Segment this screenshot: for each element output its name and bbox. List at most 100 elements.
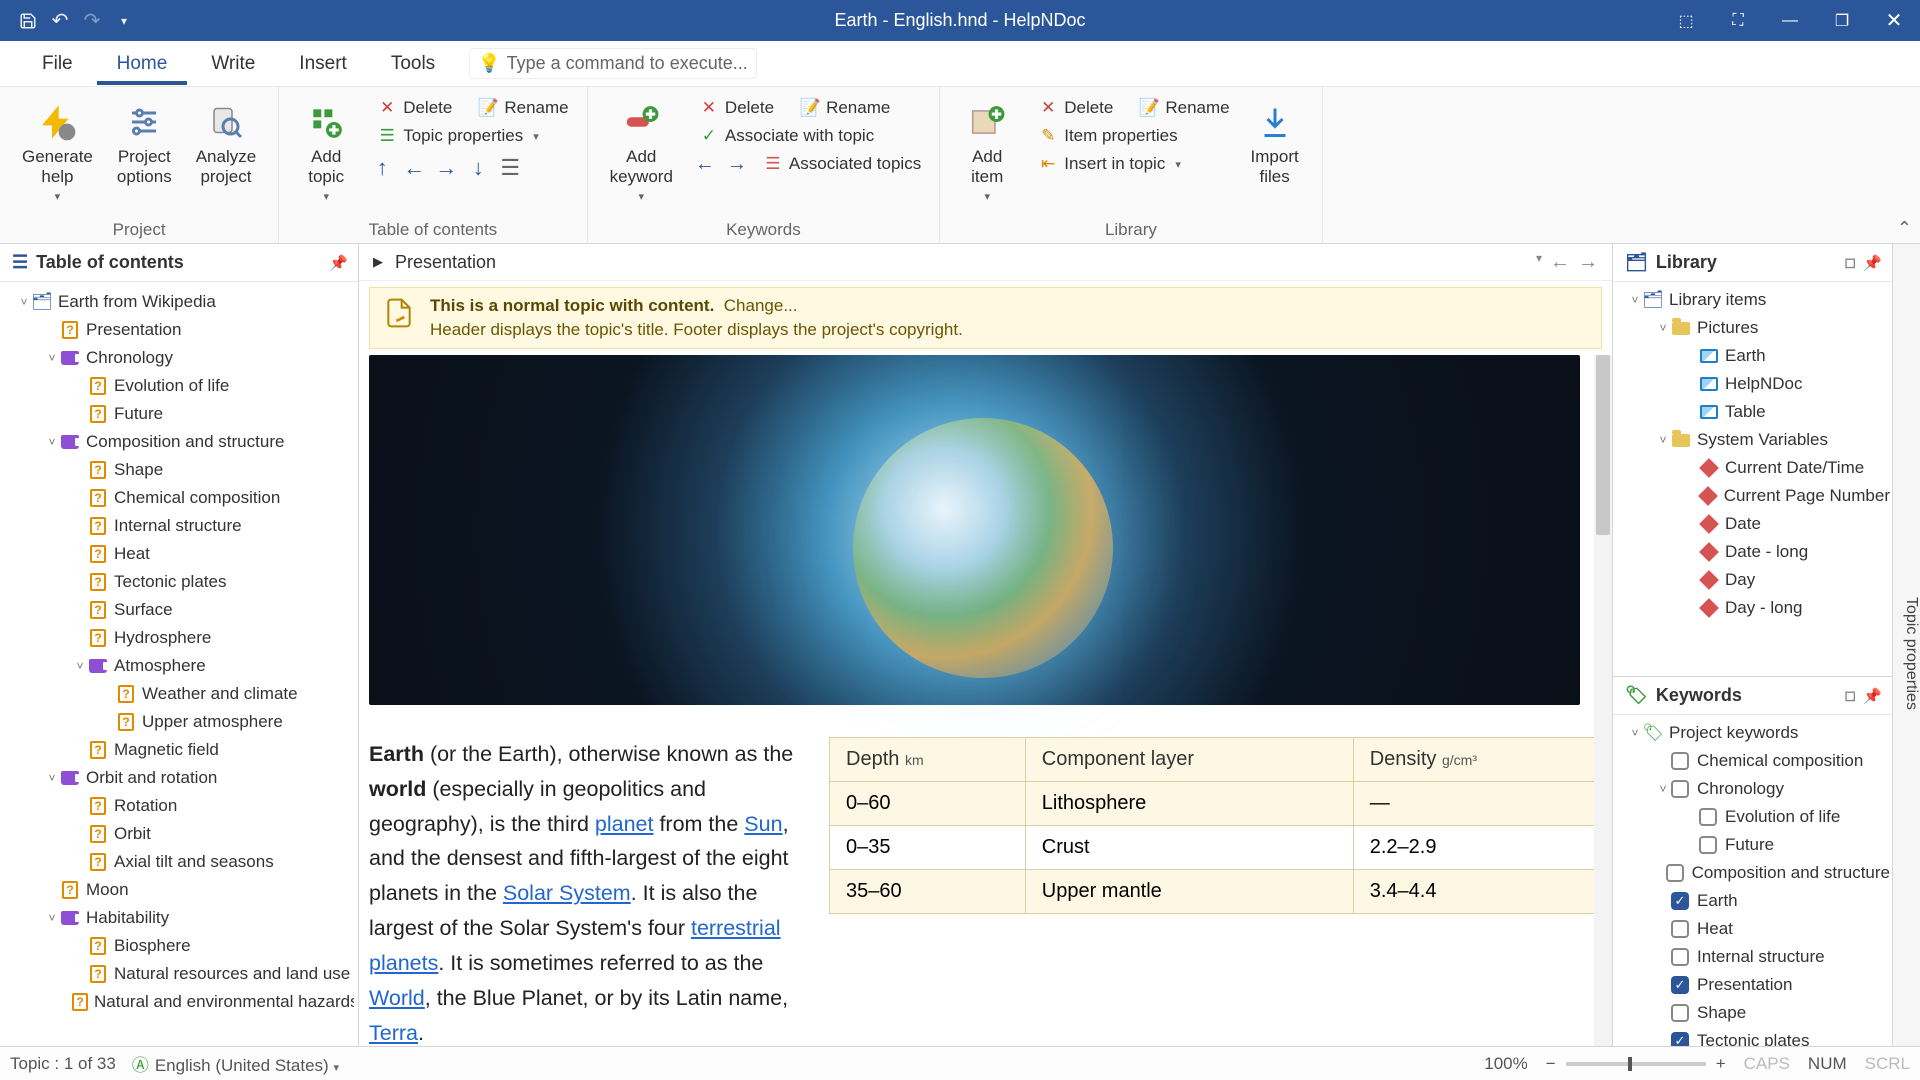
import-files-button[interactable]: Import files	[1238, 95, 1312, 192]
toc-node[interactable]: ?Hydrosphere	[4, 624, 354, 652]
link-planet[interactable]: planet	[595, 812, 654, 836]
toc-node[interactable]: ?Future	[4, 400, 354, 428]
tab-write[interactable]: Write	[191, 43, 275, 85]
tab-home[interactable]: Home	[97, 43, 188, 85]
toc-tree[interactable]: ˅🗂Earth from Wikipedia?Presentation˅Chro…	[0, 282, 358, 1046]
toc-node[interactable]: ?Biosphere	[4, 932, 354, 960]
breadcrumb-item[interactable]: Presentation	[395, 252, 496, 273]
library-node[interactable]: Current Page Number	[1615, 482, 1890, 510]
toc-node[interactable]: ?Orbit	[4, 820, 354, 848]
add-topic-button[interactable]: Add topic▾	[289, 95, 363, 209]
toc-node[interactable]: ?Tectonic plates	[4, 568, 354, 596]
add-item-button[interactable]: Add item▾	[950, 95, 1024, 209]
move-up-icon[interactable]: ↑	[369, 155, 395, 181]
pin-icon[interactable]: 📌	[1863, 687, 1882, 705]
ribbon-display-icon[interactable]: ⬚	[1660, 0, 1712, 41]
keyword-item[interactable]: Internal structure	[1615, 943, 1890, 971]
toc-node[interactable]: ?Natural and environmental hazards	[4, 988, 354, 1016]
toc-node[interactable]: ˅Orbit and rotation	[4, 764, 354, 792]
associated-topics-button[interactable]: ☰Associated topics	[755, 151, 929, 177]
library-node[interactable]: HelpNDoc	[1615, 370, 1890, 398]
lib-rename-button[interactable]: 📝Rename	[1131, 95, 1237, 121]
kw-rename-button[interactable]: 📝Rename	[792, 95, 898, 121]
breadcrumb-arrow-icon[interactable]: ▶	[373, 254, 383, 270]
content-area[interactable]: Earth (or the Earth), otherwise known as…	[359, 355, 1612, 1046]
keywords-tree[interactable]: ˅🏷Project keywordsChemical composition˅C…	[1613, 715, 1892, 1046]
pin-icon[interactable]: 📌	[329, 254, 348, 272]
keyword-item[interactable]: ✓Earth	[1615, 887, 1890, 915]
topic-properties-tab[interactable]: Topic properties	[1892, 244, 1920, 1046]
toc-node[interactable]: ?Evolution of life	[4, 372, 354, 400]
library-node[interactable]: Day	[1615, 566, 1890, 594]
breadcrumb-dropdown-icon[interactable]: ▾	[1536, 251, 1542, 274]
tab-insert[interactable]: Insert	[279, 43, 367, 85]
maximize-icon[interactable]: ❐	[1816, 0, 1868, 41]
popout-icon[interactable]: ◻	[1844, 687, 1856, 704]
fullscreen-icon[interactable]: ⛶	[1712, 0, 1764, 41]
qat-save-icon[interactable]	[16, 9, 40, 33]
library-tree[interactable]: ˅🗂Library items˅PicturesEarthHelpNDocTab…	[1613, 282, 1892, 676]
toc-node[interactable]: ?Chemical composition	[4, 484, 354, 512]
vertical-scrollbar[interactable]	[1594, 355, 1612, 1046]
zoom-slider[interactable]: − +	[1546, 1054, 1726, 1074]
library-node[interactable]: Earth	[1615, 342, 1890, 370]
library-node[interactable]: Date - long	[1615, 538, 1890, 566]
keyword-item[interactable]: Chemical composition	[1615, 747, 1890, 775]
library-node[interactable]: Table	[1615, 398, 1890, 426]
popout-icon[interactable]: ◻	[1844, 254, 1856, 271]
scrollbar-thumb[interactable]	[1596, 355, 1610, 535]
zoom-in-icon[interactable]: +	[1716, 1054, 1726, 1074]
keyword-item[interactable]: Heat	[1615, 915, 1890, 943]
analyze-project-button[interactable]: Analyze project	[184, 95, 268, 192]
link-solar-system[interactable]: Solar System	[503, 881, 631, 905]
toc-delete-button[interactable]: ✕Delete	[369, 95, 460, 121]
toc-rename-button[interactable]: 📝Rename	[470, 95, 576, 121]
minimize-icon[interactable]: —	[1764, 0, 1816, 41]
outline-icon[interactable]: ☰	[497, 155, 523, 181]
keyword-item[interactable]: Evolution of life	[1615, 803, 1890, 831]
toc-node[interactable]: ˅Chronology	[4, 344, 354, 372]
link-sun[interactable]: Sun	[744, 812, 782, 836]
zoom-out-icon[interactable]: −	[1546, 1054, 1556, 1074]
topic-properties-button[interactable]: ☰Topic properties ▾	[369, 123, 576, 149]
collapse-ribbon-icon[interactable]: ⌃	[1897, 218, 1912, 239]
kw-prev-icon[interactable]: ←	[691, 153, 719, 176]
history-back-icon[interactable]: ←	[1550, 251, 1570, 274]
close-icon[interactable]: ✕	[1868, 0, 1920, 41]
link-terra[interactable]: Terra	[369, 1021, 418, 1045]
keyword-item[interactable]: ✓Presentation	[1615, 971, 1890, 999]
keyword-item[interactable]: Composition and structure	[1615, 859, 1890, 887]
keyword-item[interactable]: Future	[1615, 831, 1890, 859]
kw-delete-button[interactable]: ✕Delete	[691, 95, 782, 121]
library-node[interactable]: ˅Pictures	[1615, 314, 1890, 342]
link-world[interactable]: World	[369, 986, 425, 1010]
toc-node[interactable]: ?Natural resources and land use	[4, 960, 354, 988]
library-node[interactable]: Current Date/Time	[1615, 454, 1890, 482]
change-link[interactable]: Change...	[724, 296, 798, 315]
kw-next-icon[interactable]: →	[723, 153, 751, 176]
toc-node[interactable]: ?Magnetic field	[4, 736, 354, 764]
associate-topic-button[interactable]: ✓Associate with topic	[691, 123, 929, 149]
qat-customize-icon[interactable]: ▾	[112, 9, 136, 33]
tab-file[interactable]: File	[22, 43, 93, 85]
toc-node[interactable]: ˅🗂Earth from Wikipedia	[4, 288, 354, 316]
toc-node[interactable]: ?Surface	[4, 596, 354, 624]
toc-node[interactable]: ?Moon	[4, 876, 354, 904]
tell-me-input[interactable]: 💡 Type a command to execute...	[469, 48, 757, 79]
toc-node[interactable]: ˅Habitability	[4, 904, 354, 932]
add-keyword-button[interactable]: Add keyword▾	[598, 95, 685, 209]
toc-node[interactable]: ?Shape	[4, 456, 354, 484]
history-forward-icon[interactable]: →	[1578, 251, 1598, 274]
toc-node[interactable]: ?Heat	[4, 540, 354, 568]
keywords-root[interactable]: ˅🏷Project keywords	[1615, 719, 1890, 747]
pin-icon[interactable]: 📌	[1863, 254, 1882, 272]
library-node[interactable]: ˅System Variables	[1615, 426, 1890, 454]
toc-node[interactable]: ?Internal structure	[4, 512, 354, 540]
toc-node[interactable]: ˅Atmosphere	[4, 652, 354, 680]
toc-node[interactable]: ?Upper atmosphere	[4, 708, 354, 736]
generate-help-button[interactable]: Generate help▾	[10, 95, 105, 209]
library-node[interactable]: Date	[1615, 510, 1890, 538]
toc-node[interactable]: ?Presentation	[4, 316, 354, 344]
qat-undo-icon[interactable]: ↶	[48, 9, 72, 33]
toc-node[interactable]: ?Weather and climate	[4, 680, 354, 708]
